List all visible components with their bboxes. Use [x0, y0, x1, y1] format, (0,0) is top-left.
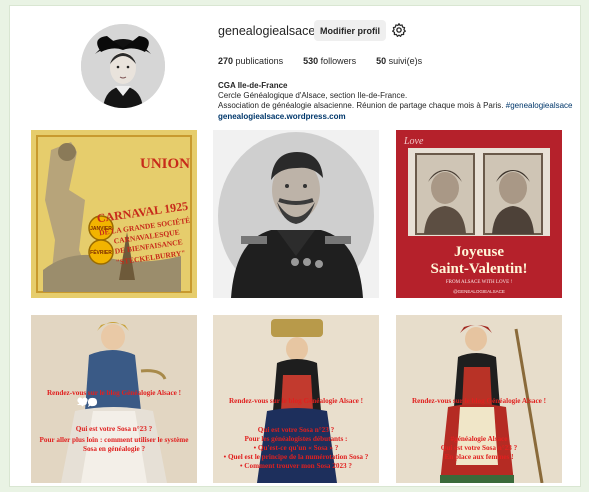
- post-officer-portrait[interactable]: [213, 130, 379, 298]
- poster-disc-label: JANVIER: [90, 226, 112, 232]
- post-caption: #généalogie Alsace: [450, 435, 508, 443]
- valentin-title: Saint-Valentin!: [431, 261, 528, 277]
- website-link[interactable]: genealogiealsace.wordpress.com: [218, 112, 573, 122]
- comment-icon: [87, 397, 98, 408]
- post-caption: Rendez-vous sur le blog Généalogie Alsac…: [228, 397, 364, 405]
- gear-icon[interactable]: [391, 22, 407, 38]
- saint-valentin-image: Love Joyeuse Saint-Valentin! FROM ALSACE…: [396, 130, 562, 298]
- alsatian-woman-image: [31, 315, 197, 483]
- poster-disc-label: FÉVRIER: [90, 248, 112, 256]
- post-saint-valentin[interactable]: Love Joyeuse Saint-Valentin! FROM ALSACE…: [396, 130, 562, 298]
- carnaval-poster-image: UNION CARNAVAL 1925 DE LA GRANDE SOCIÉTÉ…: [31, 130, 197, 298]
- post-caption: • Comment trouver mon Sosa 2023 ?: [239, 462, 353, 470]
- post-sosa-23-c[interactable]: Rendez-vous sur le blog Généalogie Alsac…: [396, 315, 562, 483]
- post-caption: • Qu'est-ce qu'un « Sosa » ?: [253, 444, 339, 452]
- post-caption: Pour les généalogistes débutants :: [244, 435, 348, 443]
- post-caption: Qui est votre Sosa n°23 ?: [257, 426, 335, 434]
- post-caption: Rendez-vous sur le blog Généalogie Alsac…: [411, 397, 547, 405]
- officer-portrait-image: [213, 130, 379, 298]
- valentin-tag: @GENEALOGIEALSACE: [453, 289, 505, 294]
- post-caption: En place aux femmes !: [444, 453, 514, 461]
- username: genealogiealsace: [218, 24, 316, 38]
- post-carnaval-poster[interactable]: UNION CARNAVAL 1925 DE LA GRANDE SOCIÉTÉ…: [31, 130, 197, 298]
- post-caption: • Quel est le principe de la numérotatio…: [223, 453, 369, 461]
- post-sosa-23-a[interactable]: 15 0 Rendez-vous sur le blog Généalogie …: [31, 315, 197, 483]
- bio-line: Cercle Généalogique d'Alsace, section Il…: [218, 91, 408, 101]
- bio-name: CGA Ile-de-France: [218, 81, 288, 90]
- following-count[interactable]: 50 suivi(e)s: [376, 56, 422, 66]
- edit-profile-button[interactable]: Modifier profil: [314, 20, 386, 41]
- profile-page: genealogiealsace Modifier profil 270 pub…: [9, 5, 581, 487]
- valentin-title: Joyeuse: [454, 244, 504, 260]
- avatar[interactable]: [81, 24, 165, 108]
- post-sosa-23-b[interactable]: Rendez-vous sur le blog Généalogie Alsac…: [213, 315, 379, 483]
- poster-union: UNION: [140, 156, 190, 172]
- post-engagement: 15 0: [77, 397, 98, 408]
- publications-count[interactable]: 270 publications: [218, 56, 283, 66]
- post-caption: Rendez-vous sur le blog Généalogie Alsac…: [46, 389, 182, 397]
- hashtag-link[interactable]: #genealogiealsace: [506, 101, 573, 110]
- post-caption: Qui est votre Sosa n°23 ?: [75, 425, 153, 433]
- post-caption: Qui est votre Sosa n°23 ?: [440, 444, 518, 452]
- post-caption: Pour aller plus loin : comment utiliser …: [39, 436, 189, 453]
- avatar-portrait: [81, 24, 165, 108]
- bio-line: Association de généalogie alsacienne. Ré…: [218, 101, 573, 111]
- corner-love: Love: [403, 136, 424, 147]
- followers-count[interactable]: 530 followers: [303, 56, 356, 66]
- profile-bio: CGA Ile-de-France Cercle Généalogique d'…: [218, 81, 573, 122]
- profile-stats: 270 publications 530 followers 50 suivi(…: [218, 56, 422, 66]
- valentin-sub: FROM ALSACE WITH LOVE !: [446, 280, 513, 285]
